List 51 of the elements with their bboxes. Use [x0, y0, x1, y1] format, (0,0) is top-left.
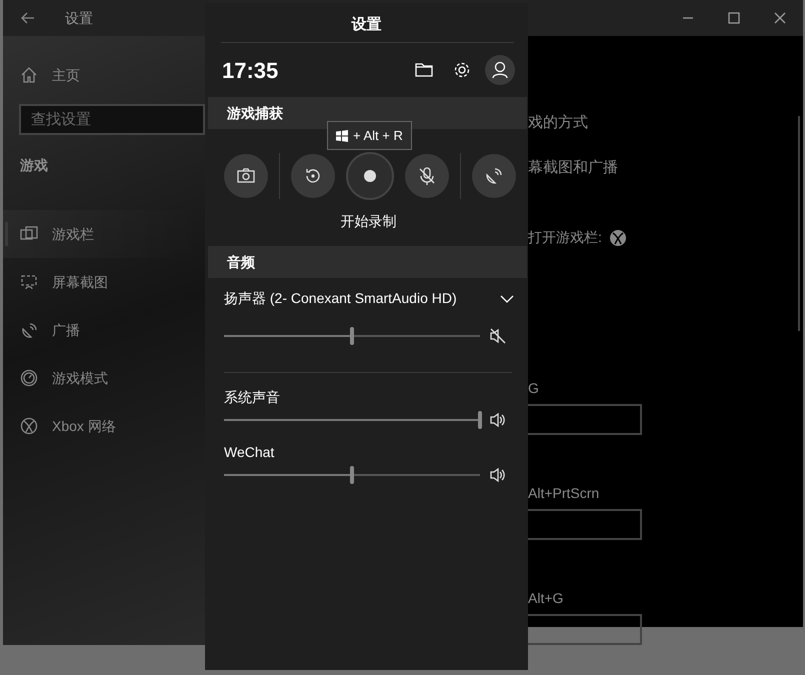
section-header: 音频	[208, 246, 527, 278]
shortcut-label: G	[528, 379, 540, 398]
home-icon[interactable]	[20, 66, 38, 84]
maximize-icon[interactable]	[728, 12, 740, 24]
description-text: 幕截图和广播	[528, 158, 619, 178]
xbox-logo-icon	[20, 417, 38, 435]
sidebar-item[interactable]: 游戏模式	[3, 354, 203, 402]
settings-icon[interactable]	[453, 61, 471, 79]
avatar[interactable]	[485, 55, 515, 85]
app-name: 系统声音	[223, 388, 281, 407]
sidebar-item[interactable]: Xbox 网络	[3, 402, 203, 450]
record-button[interactable]	[346, 152, 394, 200]
description-text: 戏的方式	[528, 113, 589, 133]
person-icon	[492, 61, 508, 79]
option-text: 打开游戏栏:	[528, 228, 602, 247]
close-icon[interactable]	[774, 12, 786, 24]
slider-track[interactable]	[224, 466, 480, 484]
satellite-dish-icon	[20, 321, 38, 339]
shortcut-label: Alt+G	[528, 589, 564, 608]
xbox-logo-icon	[608, 228, 627, 246]
panel-title: 设置	[350, 15, 382, 35]
slider-track[interactable]	[224, 411, 480, 429]
section-heading: 游戏	[19, 156, 49, 175]
windows-logo-icon	[336, 130, 348, 142]
satellite-dish-icon	[484, 166, 504, 186]
slider-thumb[interactable]	[350, 466, 354, 484]
device-name: 扬声器 (2- Conexant SmartAudio HD)	[224, 289, 457, 308]
broadcast-button[interactable]	[472, 154, 516, 198]
home-link[interactable]: 主页	[52, 64, 80, 86]
sidebar-item[interactable]: 广播	[3, 306, 203, 354]
shortcut-tooltip: + Alt + R	[327, 121, 412, 150]
slider-thumb[interactable]	[350, 327, 354, 345]
screenshot-button[interactable]	[224, 154, 268, 198]
slider-track[interactable]	[224, 327, 480, 345]
search-field[interactable]: 查找设置	[19, 104, 205, 135]
muted-microphone-icon	[417, 166, 437, 186]
chevron-down-icon[interactable]	[500, 294, 514, 302]
screen-icon	[20, 273, 38, 291]
back-arrow-icon[interactable]	[21, 12, 35, 24]
microphone-button[interactable]	[405, 154, 449, 198]
slider-thumb[interactable]	[478, 411, 482, 429]
sidebar-item[interactable]: 屏幕截图	[3, 258, 203, 306]
section-header: 游戏捕获	[208, 97, 527, 129]
shortcut-label: Alt+PrtScrn	[528, 484, 600, 503]
app-name: WeChat	[223, 443, 276, 462]
record-caption: 开始录制	[340, 212, 396, 231]
window-title: 设置	[65, 8, 93, 28]
replay-button[interactable]	[291, 154, 335, 198]
folder-icon[interactable]	[415, 62, 433, 78]
gauge-icon	[20, 369, 38, 387]
clock-text: 17:35	[222, 56, 278, 84]
